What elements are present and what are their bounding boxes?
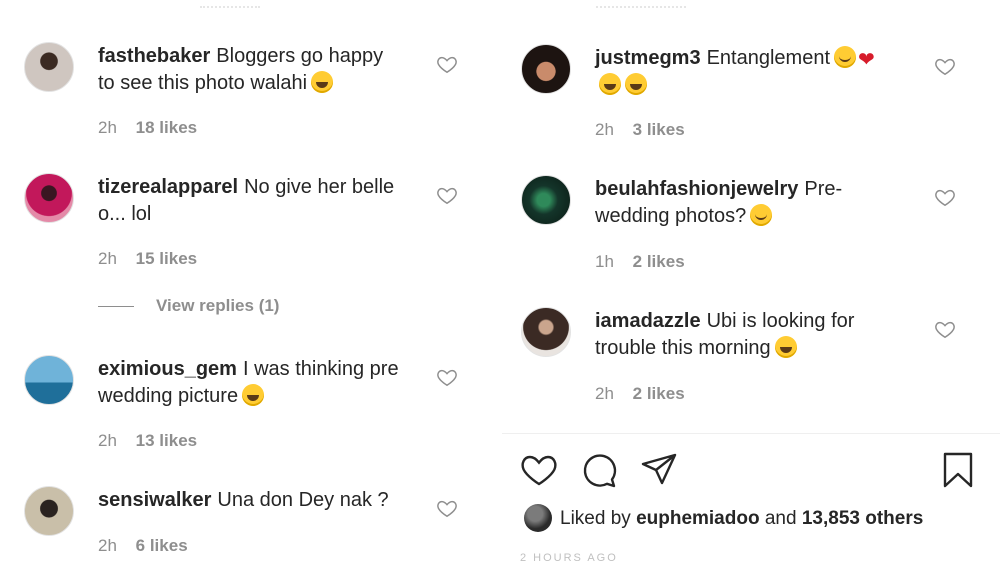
avatar[interactable] (524, 504, 552, 532)
avatar[interactable] (24, 173, 74, 223)
comment-time[interactable]: 2h (98, 249, 117, 268)
grin-sweat-emoji-icon (774, 336, 797, 358)
comments-column-left: fasthebaker Bloggers go happy to see this… (0, 0, 498, 562)
comment-likes[interactable]: 2 likes (633, 252, 685, 271)
comment-body: Entanglement (706, 47, 831, 69)
comment-username[interactable]: sensiwalker (98, 489, 211, 511)
comment-username[interactable]: justmegm3 (595, 47, 701, 69)
avatar[interactable] (24, 486, 74, 536)
comment-meta: 2h 13 likes (98, 431, 197, 451)
comment-meta: 2h 3 likes (595, 120, 685, 140)
comment-time[interactable]: 2h (98, 431, 117, 450)
smile-emoji-icon (750, 204, 773, 226)
heart-outline-icon[interactable] (519, 450, 559, 490)
paper-plane-icon[interactable] (639, 450, 679, 490)
grin-sweat-emoji-icon (311, 71, 334, 93)
comment-username[interactable]: tizerealapparel (98, 176, 238, 198)
avatar[interactable] (521, 44, 571, 94)
comment-time[interactable]: 1h (595, 252, 614, 271)
comment-likes[interactable]: 2 likes (633, 384, 685, 403)
comment-username[interactable]: eximious_gem (98, 358, 237, 380)
comment-meta: 2h 6 likes (98, 536, 188, 556)
comment-text: iamadazzle Ubi is looking for trouble thi… (595, 308, 925, 362)
comment-meta: 2h 18 likes (98, 118, 197, 138)
liked-by-user[interactable]: euphemiadoo (636, 508, 760, 529)
comment-likes[interactable]: 3 likes (633, 120, 685, 139)
actions-divider (502, 433, 1000, 434)
comment-likes[interactable]: 18 likes (136, 118, 197, 137)
comment-time[interactable]: 2h (98, 118, 117, 137)
comment-text: tizerealapparel No give her belle o... lo… (98, 174, 418, 228)
comment-meta: 2h 15 likes (98, 249, 197, 269)
avatar[interactable] (24, 42, 74, 92)
comment-body-cont: wedding picture (98, 385, 239, 407)
heart-outline-icon[interactable] (436, 184, 458, 206)
comment-meta: 2h 2 likes (595, 384, 685, 404)
view-replies-line (98, 306, 134, 308)
comment-text: eximious_gem I was thinking pre wedding p… (98, 356, 418, 410)
avatar[interactable] (521, 307, 571, 357)
heart-outline-icon[interactable] (934, 318, 956, 340)
comment-text: sensiwalker Una don Dey nak ? (98, 487, 418, 514)
comment-body: Bloggers go happy (216, 45, 384, 67)
heart-outline-icon[interactable] (934, 186, 956, 208)
kiss-emoji-icon (834, 46, 857, 68)
comment-likes[interactable]: 6 likes (136, 536, 188, 555)
comment-body-cont: trouble this morning (595, 337, 771, 359)
comment-body: I was thinking pre (242, 358, 399, 380)
comment-text: justmegm3 Entanglement ❤ (595, 45, 925, 99)
post-timestamp: 2 HOURS AGO (520, 552, 618, 564)
comment-body-cont: to see this photo walahi (98, 72, 308, 94)
liked-by-others[interactable]: 13,853 others (802, 508, 923, 529)
grin-sweat-emoji-icon (242, 384, 265, 406)
comment-body-cont: wedding photos? (595, 205, 747, 227)
comment-text: beulahfashionjewelry Pre- wedding photos? (595, 176, 925, 230)
comment-likes[interactable]: 13 likes (136, 431, 197, 450)
comment-time[interactable]: 2h (595, 120, 614, 139)
cutoff-text (200, 0, 260, 8)
comment-text: fasthebaker Bloggers go happy to see this… (98, 43, 418, 97)
avatar[interactable] (24, 355, 74, 405)
red-heart-emoji-icon: ❤ (858, 49, 875, 71)
comment-username[interactable]: fasthebaker (98, 45, 210, 67)
heart-outline-icon[interactable] (436, 53, 458, 75)
comment-meta: 1h 2 likes (595, 252, 685, 272)
comment-username[interactable]: iamadazzle (595, 310, 701, 332)
grin-sweat-emoji-icon (599, 73, 621, 95)
heart-outline-icon[interactable] (436, 366, 458, 388)
grin-sweat-emoji-icon (625, 73, 647, 95)
liked-by-and: and (764, 508, 797, 529)
avatar[interactable] (521, 175, 571, 225)
heart-outline-icon[interactable] (934, 55, 956, 77)
liked-by-prefix: Liked by (560, 508, 631, 529)
comment-body-cont: o... lol (98, 203, 152, 225)
comment-body: Una don Dey nak ? (217, 489, 389, 511)
comment-bubble-icon[interactable] (579, 450, 619, 490)
comment-body: Pre- (804, 178, 843, 200)
comment-likes[interactable]: 15 likes (136, 249, 197, 268)
comment-body: Ubi is looking for (706, 310, 855, 332)
cutoff-text (596, 0, 686, 8)
comment-time[interactable]: 2h (98, 536, 117, 555)
comment-time[interactable]: 2h (595, 384, 614, 403)
comment-body: No give her belle (244, 176, 395, 198)
bookmark-icon[interactable] (938, 450, 978, 490)
heart-outline-icon[interactable] (436, 497, 458, 519)
comments-column-right: justmegm3 Entanglement ❤ 2h 3 likes beulah… (502, 0, 1000, 562)
comment-username[interactable]: beulahfashionjewelry (595, 178, 798, 200)
liked-by-summary: Liked by euphemiadoo and 13,853 others (524, 504, 923, 532)
view-replies-label: View replies (1) (156, 296, 280, 315)
view-replies-button[interactable]: View replies (1) (98, 296, 279, 316)
